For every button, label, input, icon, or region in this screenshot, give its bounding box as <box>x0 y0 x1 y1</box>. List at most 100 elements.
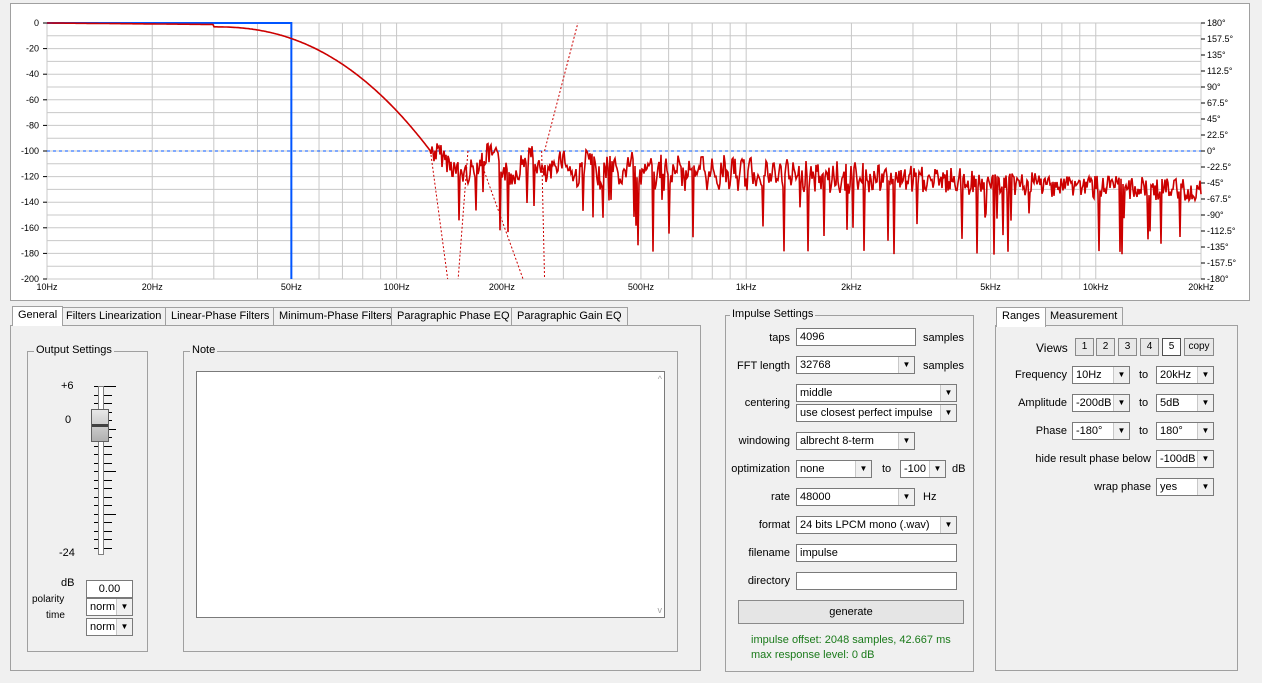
y-left-tick-label: -20 <box>26 44 39 54</box>
scroll-down-icon[interactable]: v <box>658 605 663 615</box>
optimization-select[interactable]: none ▼ <box>796 460 872 478</box>
rate-value: 48000 <box>800 491 831 503</box>
fft-length-value: 32768 <box>800 359 831 371</box>
polarity-value: norm <box>90 601 116 613</box>
optimization-unit: dB <box>952 463 966 475</box>
x-tick-label: 2kHz <box>841 282 862 292</box>
phase-from-value: -180° <box>1076 425 1103 437</box>
y-left-tick-label: 0 <box>34 18 39 28</box>
fader-handle[interactable] <box>91 409 109 442</box>
hide-phase-below-select[interactable]: -100dB ▼ <box>1156 450 1214 468</box>
generate-button[interactable]: generate <box>738 600 964 624</box>
filename-label: filename <box>748 547 790 559</box>
tab-ranges[interactable]: Ranges <box>996 307 1046 327</box>
output-settings-group: Output Settings +6 0 -24 dB 0.00 polarit… <box>27 344 148 652</box>
y-left-tick-label: -60 <box>26 95 39 105</box>
tab-paragraphic-gain-eq[interactable]: Paragraphic Gain EQ <box>511 307 628 325</box>
taps-input[interactable]: 4096 <box>796 328 916 346</box>
frequency-to-label: to <box>1139 369 1149 381</box>
format-select[interactable]: 24 bits LPCM mono (.wav) ▼ <box>796 516 957 534</box>
y-left-tick-label: -80 <box>26 120 39 130</box>
output-settings-title: Output Settings <box>34 344 114 356</box>
windowing-label: windowing <box>738 435 790 447</box>
centering-label: centering <box>744 397 790 409</box>
hide-phase-below-value: -100dB <box>1160 453 1196 465</box>
y-right-tick-label: 135° <box>1207 50 1226 60</box>
y-right-tick-label: 90° <box>1207 82 1221 92</box>
fft-length-select[interactable]: 32768 ▼ <box>796 356 915 374</box>
scroll-up-icon[interactable]: ^ <box>658 374 662 384</box>
windowing-select[interactable]: albrecht 8-term ▼ <box>796 432 915 450</box>
db-value-field[interactable]: 0.00 <box>86 580 133 598</box>
phase-to-select[interactable]: 180° ▼ <box>1156 422 1214 440</box>
y-right-tick-label: -112.5° <box>1207 226 1236 236</box>
chevron-down-icon: ▼ <box>898 433 914 449</box>
centering-mode-value: use closest perfect impulse <box>800 407 933 419</box>
directory-input[interactable] <box>796 572 957 590</box>
note-textarea[interactable]: ^ v <box>196 371 665 618</box>
wrap-phase-select[interactable]: yes ▼ <box>1156 478 1214 496</box>
copy-view-button[interactable]: copy <box>1184 338 1214 356</box>
optimization-threshold-select[interactable]: -100 ▼ <box>900 460 946 478</box>
tab-linear-phase-filters[interactable]: Linear-Phase Filters <box>165 307 276 325</box>
frequency-to-select[interactable]: 20kHz ▼ <box>1156 366 1214 384</box>
impulse-offset-status: impulse offset: 2048 samples, 42.667 ms <box>751 634 951 646</box>
chevron-down-icon: ▼ <box>1113 423 1129 439</box>
y-right-tick-label: -67.5° <box>1207 194 1232 204</box>
tab-minimum-phase-filters[interactable]: Minimum-Phase Filters <box>273 307 398 325</box>
impulse-settings-title: Impulse Settings <box>730 308 816 320</box>
centering-mode-select[interactable]: use closest perfect impulse ▼ <box>796 404 957 422</box>
centering-value: middle <box>800 387 833 399</box>
scale-bottom-label: -24 <box>59 547 75 559</box>
phase-to-label: to <box>1139 425 1149 437</box>
rate-select[interactable]: 48000 ▼ <box>796 488 915 506</box>
chevron-down-icon: ▼ <box>898 357 914 373</box>
y-right-tick-label: -45° <box>1207 178 1224 188</box>
wrap-phase-value: yes <box>1160 481 1178 493</box>
frequency-from-select[interactable]: 10Hz ▼ <box>1072 366 1130 384</box>
frequency-label: Frequency <box>1015 369 1067 381</box>
view-button-5[interactable]: 5 <box>1162 338 1181 356</box>
y-left-tick-label: -100 <box>21 146 39 156</box>
optimization-threshold-value: -100 <box>904 463 927 475</box>
chevron-down-icon: ▼ <box>1197 451 1213 467</box>
amplitude-from-select[interactable]: -200dB ▼ <box>1072 394 1130 412</box>
centering-select[interactable]: middle ▼ <box>796 384 957 402</box>
amplitude-label: Amplitude <box>1018 397 1067 409</box>
tab-general[interactable]: General <box>12 306 64 326</box>
tab-filters-linearization[interactable]: Filters Linearization <box>60 307 168 325</box>
amplitude-to-select[interactable]: 5dB ▼ <box>1156 394 1214 412</box>
x-tick-label: 20kHz <box>1188 282 1214 292</box>
polarity-select[interactable]: norm ▼ <box>86 598 133 616</box>
chevron-down-icon: ▼ <box>1113 367 1129 383</box>
taps-label: taps <box>769 332 790 344</box>
y-left-tick-label: -160 <box>21 223 39 233</box>
frequency-from-value: 10Hz <box>1076 369 1102 381</box>
chevron-down-icon: ▼ <box>929 461 945 477</box>
chevron-down-icon: ▼ <box>1197 367 1213 383</box>
phase-from-select[interactable]: -180° ▼ <box>1072 422 1130 440</box>
max-response-status: max response level: 0 dB <box>751 649 875 661</box>
y-right-tick-label: 22.5° <box>1207 130 1229 140</box>
graph-canvas[interactable]: 0-20-40-60-80-100-120-140-160-180-200180… <box>11 4 1249 300</box>
y-left-tick-label: -40 <box>26 69 39 79</box>
chevron-down-icon: ▼ <box>1197 479 1213 495</box>
db-label: dB <box>61 577 75 589</box>
view-button-2[interactable]: 2 <box>1096 338 1115 356</box>
time-select[interactable]: norm ▼ <box>86 618 133 636</box>
chevron-down-icon: ▼ <box>940 517 956 533</box>
time-label: time <box>46 610 65 621</box>
y-right-tick-label: -90° <box>1207 210 1224 220</box>
y-right-tick-label: 157.5° <box>1207 34 1234 44</box>
view-button-4[interactable]: 4 <box>1140 338 1159 356</box>
tab-paragraphic-phase-eq[interactable]: Paragraphic Phase EQ <box>391 307 516 325</box>
response-graph[interactable]: 0 -20 -40 -60 -80 -100 -120 -140 -160 -180 -200 180… <box>10 3 1250 301</box>
scale-top-label: +6 <box>61 380 74 392</box>
windowing-value: albrecht 8-term <box>800 435 874 447</box>
view-button-3[interactable]: 3 <box>1118 338 1137 356</box>
view-button-1[interactable]: 1 <box>1075 338 1094 356</box>
tab-measurement[interactable]: Measurement <box>1044 307 1124 325</box>
y-right-tick-label: 45° <box>1207 114 1221 124</box>
filename-input[interactable]: impulse <box>796 544 957 562</box>
x-tick-label: 20Hz <box>142 282 164 292</box>
